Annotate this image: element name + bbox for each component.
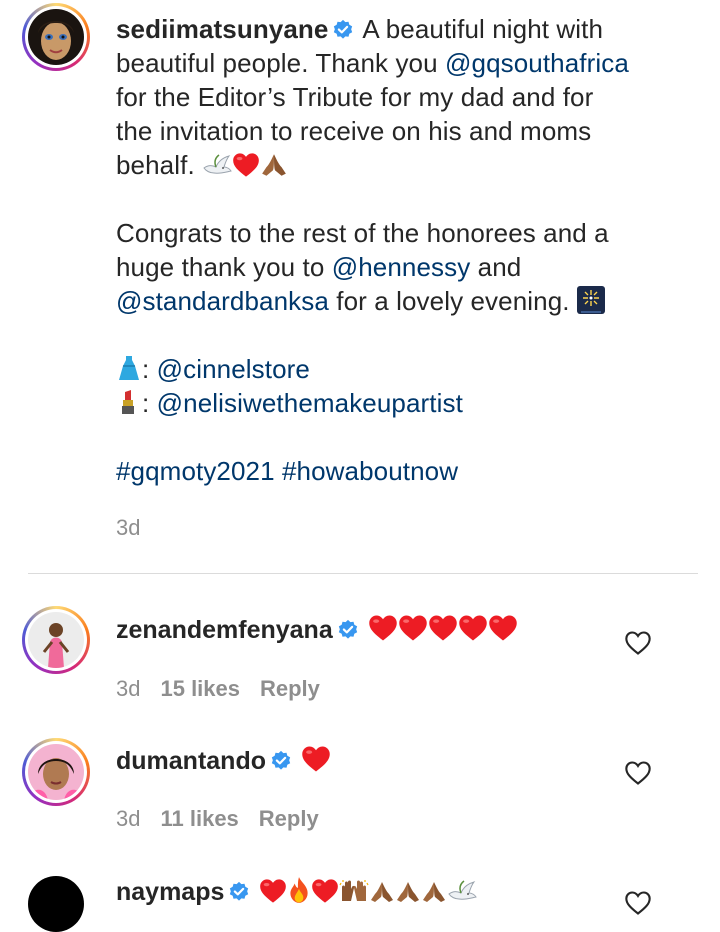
verified-badge-icon xyxy=(228,881,250,903)
post-caption: sediimatsunyane A beautiful night with b… xyxy=(116,12,696,488)
comment-timestamp: 3d xyxy=(116,676,141,701)
caption-line-8: @standardbanksa for a lovely evening. xyxy=(116,284,696,318)
red-heart-icon xyxy=(311,878,339,904)
praying-hands-icon xyxy=(369,880,395,904)
heart-outline-icon[interactable] xyxy=(624,890,652,916)
red-heart-icon xyxy=(488,614,518,642)
mention-link[interactable]: @cinnelstore xyxy=(157,354,310,384)
caption-credit-1: : @cinnelstore xyxy=(116,352,696,386)
hashtag-link[interactable]: #gqmoty2021 xyxy=(116,456,275,486)
mention-link[interactable]: @nelisiwethemakeupartist xyxy=(157,388,463,418)
mention-link[interactable]: @gqsouthafrica xyxy=(445,48,629,78)
caption-line-7: huge thank you to @hennessy and xyxy=(116,252,522,282)
comment-2-meta: 3d 11 likes Reply xyxy=(116,806,339,832)
post-timestamp: 3d xyxy=(116,515,141,540)
praying-hands-icon xyxy=(395,880,421,904)
hashtag-link[interactable]: #howaboutnow xyxy=(282,456,458,486)
fireworks-icon xyxy=(576,286,605,314)
heart-outline-icon[interactable] xyxy=(624,760,652,786)
commenter-username[interactable]: zenandemfenyana xyxy=(116,616,333,644)
raising-hands-icon xyxy=(339,878,369,904)
avatar-photo xyxy=(28,612,84,668)
praying-hands-icon xyxy=(260,152,288,178)
mention-link[interactable]: @standardbanksa xyxy=(116,286,329,316)
comment-1-meta: 3d 15 likes Reply xyxy=(116,676,340,702)
mention-link[interactable]: @hennessy xyxy=(332,252,471,282)
praying-hands-icon xyxy=(421,880,447,904)
heart-outline-icon[interactable] xyxy=(624,630,652,656)
fire-icon xyxy=(287,876,311,904)
verified-badge-icon xyxy=(337,619,359,641)
dove-icon xyxy=(447,878,477,904)
lipstick-icon xyxy=(122,390,134,414)
reply-button[interactable]: Reply xyxy=(259,806,319,831)
red-heart-icon xyxy=(259,878,287,904)
verified-badge-icon xyxy=(332,19,354,41)
comment-likes[interactable]: 11 likes xyxy=(160,806,238,831)
comment-1: zenandemfenyana xyxy=(116,614,518,646)
commenter-username[interactable]: naymaps xyxy=(116,878,224,906)
comment-timestamp: 3d xyxy=(116,806,141,831)
avatar-photo xyxy=(28,744,84,800)
caption-line-3: for the Editor’s Tribute for my dad and … xyxy=(116,82,594,112)
verified-badge-icon xyxy=(270,750,292,772)
red-heart-icon xyxy=(398,614,428,642)
caption-line-5: behalf. xyxy=(116,148,696,182)
commenter-avatar[interactable] xyxy=(22,606,90,674)
caption-line-2: beautiful people. Thank you @gqsouthafri… xyxy=(116,48,629,78)
post-author-username[interactable]: sediimatsunyane xyxy=(116,14,328,44)
reply-button[interactable]: Reply xyxy=(260,676,320,701)
caption-line-6: Congrats to the rest of the honorees and… xyxy=(116,218,609,248)
red-heart-icon xyxy=(232,152,260,178)
dove-icon xyxy=(202,152,232,178)
comment-2: dumantando xyxy=(116,745,331,777)
post-author-avatar[interactable] xyxy=(22,3,90,71)
commenter-username[interactable]: dumantando xyxy=(116,747,266,775)
caption-line-4: the invitation to receive on his and mom… xyxy=(116,116,592,146)
caption-line-1: sediimatsunyane A beautiful night with xyxy=(116,14,604,44)
red-heart-icon xyxy=(458,614,488,642)
commenter-avatar[interactable] xyxy=(22,738,90,806)
dress-icon xyxy=(119,356,139,380)
comment-likes[interactable]: 15 likes xyxy=(160,676,240,701)
caption-credit-2: : @nelisiwethemakeupartist xyxy=(116,386,696,420)
comment-3: naymaps xyxy=(116,876,477,908)
divider xyxy=(28,573,698,574)
caption-hashtags: #gqmoty2021 #howaboutnow xyxy=(116,454,696,488)
red-heart-icon xyxy=(301,745,331,773)
red-heart-icon xyxy=(368,614,398,642)
avatar-photo xyxy=(28,9,84,65)
red-heart-icon xyxy=(428,614,458,642)
